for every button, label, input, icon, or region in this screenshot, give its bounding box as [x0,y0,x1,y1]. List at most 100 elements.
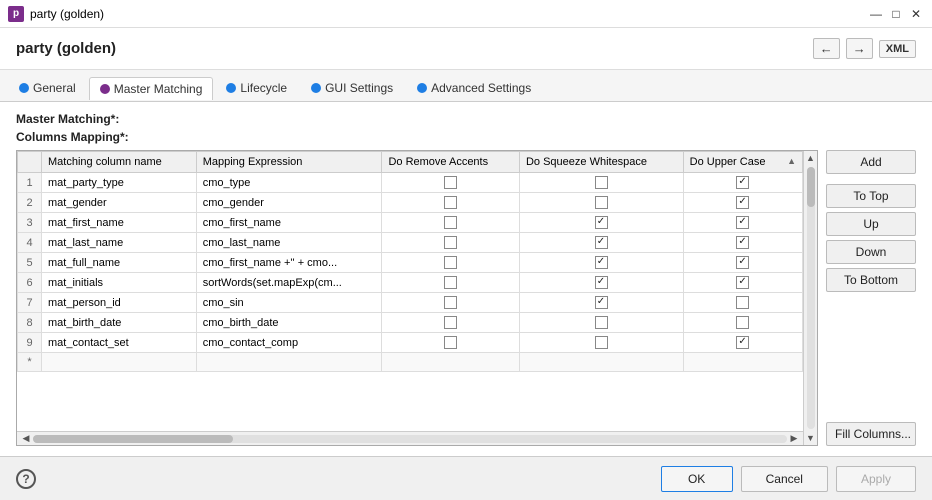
upper-case-checkbox[interactable] [736,276,749,289]
close-button[interactable]: ✕ [908,6,924,22]
col-header-uppercase[interactable]: Do Upper Case ▲ [683,152,802,173]
up-button[interactable]: Up [826,212,916,236]
table-row[interactable]: 1mat_party_typecmo_type [18,173,803,193]
upper-case-cell[interactable] [683,293,802,313]
squeeze-ws-checkbox[interactable] [595,256,608,269]
remove-accents-checkbox[interactable] [444,336,457,349]
table-row[interactable]: 8mat_birth_datecmo_birth_date [18,313,803,333]
vscroll-up-arrow[interactable]: ▲ [804,151,818,165]
remove-accents-cell[interactable] [382,213,520,233]
squeeze-ws-cell[interactable] [519,313,683,333]
remove-accents-checkbox[interactable] [444,276,457,289]
remove-accents-cell[interactable] [382,193,520,213]
cancel-button[interactable]: Cancel [741,466,828,492]
col-header-accents[interactable]: Do Remove Accents [382,152,520,173]
table-scroll[interactable]: Matching column name Mapping Expression … [17,151,803,431]
table-row[interactable]: 4mat_last_namecmo_last_name [18,233,803,253]
table-row[interactable]: 7mat_person_idcmo_sin [18,293,803,313]
upper-case-checkbox[interactable] [736,196,749,209]
tab-master-matching[interactable]: Master Matching [89,77,214,100]
upper-case-cell[interactable] [683,173,802,193]
add-button[interactable]: Add [826,150,916,174]
forward-button[interactable]: → [846,38,873,59]
table-row[interactable]: 5mat_full_namecmo_first_name +'' + cmo..… [18,253,803,273]
squeeze-ws-checkbox[interactable] [595,316,608,329]
squeeze-ws-checkbox[interactable] [595,236,608,249]
maximize-button[interactable]: □ [888,6,904,22]
squeeze-ws-cell[interactable] [519,193,683,213]
new-row[interactable]: * [18,353,803,372]
squeeze-ws-checkbox[interactable] [595,296,608,309]
to-bottom-button[interactable]: To Bottom [826,268,916,292]
squeeze-ws-checkbox[interactable] [595,336,608,349]
vscroll-track [807,167,815,429]
upper-case-cell[interactable] [683,273,802,293]
tab-advanced-settings[interactable]: Advanced Settings [406,76,542,99]
table-row[interactable]: 9mat_contact_setcmo_contact_comp [18,333,803,353]
help-button[interactable]: ? [16,469,36,489]
squeeze-ws-cell[interactable] [519,233,683,253]
table-row[interactable]: 2mat_gendercmo_gender [18,193,803,213]
upper-case-cell[interactable] [683,313,802,333]
minimize-button[interactable]: — [868,6,884,22]
vscroll-down-arrow[interactable]: ▼ [804,431,818,445]
upper-case-checkbox[interactable] [736,316,749,329]
hscroll-right-arrow[interactable]: ▶ [787,432,801,446]
fill-columns-button[interactable]: Fill Columns... [826,422,916,446]
remove-accents-checkbox[interactable] [444,196,457,209]
upper-case-checkbox[interactable] [736,216,749,229]
to-top-button[interactable]: To Top [826,184,916,208]
upper-case-checkbox[interactable] [736,236,749,249]
hscroll-thumb[interactable] [33,435,233,443]
down-button[interactable]: Down [826,240,916,264]
remove-accents-checkbox[interactable] [444,176,457,189]
squeeze-ws-cell[interactable] [519,333,683,353]
upper-case-cell[interactable] [683,193,802,213]
upper-case-cell[interactable] [683,233,802,253]
col-header-expr[interactable]: Mapping Expression [196,152,382,173]
remove-accents-cell[interactable] [382,313,520,333]
col-header-whitespace[interactable]: Do Squeeze Whitespace [519,152,683,173]
upper-case-cell[interactable] [683,333,802,353]
squeeze-ws-checkbox[interactable] [595,216,608,229]
table-row[interactable]: 6mat_initialssortWords(set.mapExp(cm... [18,273,803,293]
remove-accents-cell[interactable] [382,253,520,273]
table-row[interactable]: 3mat_first_namecmo_first_name [18,213,803,233]
tab-lifecycle[interactable]: Lifecycle [215,76,298,99]
apply-button[interactable]: Apply [836,466,916,492]
remove-accents-checkbox[interactable] [444,316,457,329]
remove-accents-checkbox[interactable] [444,256,457,269]
remove-accents-cell[interactable] [382,233,520,253]
col-header-name[interactable]: Matching column name [42,152,197,173]
upper-case-cell[interactable] [683,253,802,273]
squeeze-ws-checkbox[interactable] [595,196,608,209]
squeeze-ws-cell[interactable] [519,253,683,273]
remove-accents-cell[interactable] [382,293,520,313]
squeeze-ws-cell[interactable] [519,173,683,193]
squeeze-ws-cell[interactable] [519,273,683,293]
remove-accents-checkbox[interactable] [444,236,457,249]
upper-case-cell[interactable] [683,213,802,233]
upper-case-checkbox[interactable] [736,336,749,349]
horizontal-scrollbar[interactable]: ◀ ▶ [17,431,803,445]
hscroll-left-arrow[interactable]: ◀ [19,432,33,446]
remove-accents-cell[interactable] [382,333,520,353]
remove-accents-cell[interactable] [382,173,520,193]
tab-gui-settings[interactable]: GUI Settings [300,76,404,99]
ok-button[interactable]: OK [661,466,733,492]
upper-case-checkbox[interactable] [736,296,749,309]
remove-accents-checkbox[interactable] [444,296,457,309]
upper-case-checkbox[interactable] [736,256,749,269]
squeeze-ws-cell[interactable] [519,213,683,233]
upper-case-checkbox[interactable] [736,176,749,189]
remove-accents-cell[interactable] [382,273,520,293]
xml-button[interactable]: XML [879,40,916,58]
vertical-scrollbar[interactable]: ▲ ▼ [803,151,817,445]
vscroll-thumb[interactable] [807,167,815,207]
remove-accents-checkbox[interactable] [444,216,457,229]
tab-general[interactable]: General [8,76,87,99]
back-button[interactable]: ← [813,38,840,59]
squeeze-ws-checkbox[interactable] [595,176,608,189]
squeeze-ws-checkbox[interactable] [595,276,608,289]
squeeze-ws-cell[interactable] [519,293,683,313]
